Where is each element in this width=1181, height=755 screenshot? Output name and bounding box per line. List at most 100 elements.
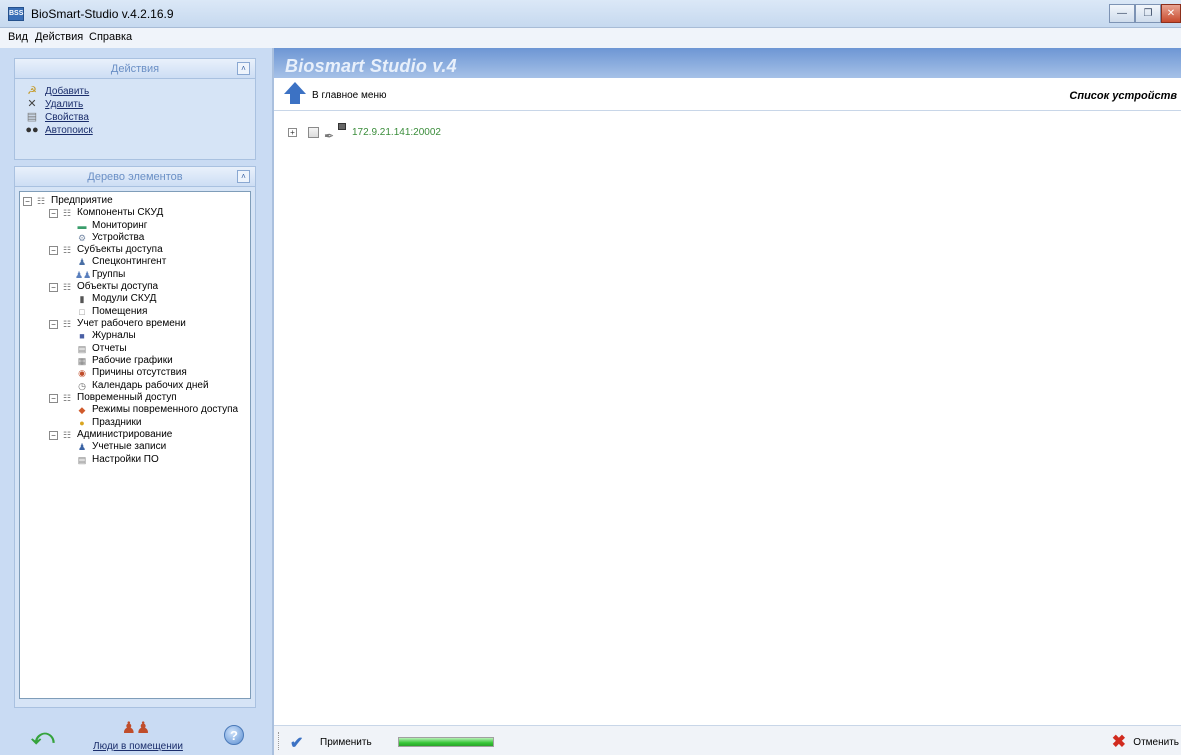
content-toolbar: В главное меню Список устройств [274,78,1181,111]
room-icon: □ [79,307,85,317]
hierarchy-icon: ☷ [62,430,72,440]
menu-actions[interactable]: Действия [35,31,83,43]
actions-header[interactable]: Действия ˄ [15,59,255,79]
action-delete-label[interactable]: Удалить [45,98,83,111]
collapse-toggle-icon[interactable]: − [49,208,58,218]
action-properties[interactable]: ▤ Свойства [25,111,255,124]
menu-view[interactable]: Вид [8,31,28,43]
action-delete[interactable]: ✕ Удалить [25,98,255,111]
tree-label: Спецконтингент [92,256,167,267]
action-autosearch-label[interactable]: Автопоиск [45,124,93,137]
tree-node-item[interactable]: ◷ Календарь рабочих дней [75,380,208,392]
hierarchy-icon: ☷ [62,282,72,292]
tree-node-root[interactable]: − ☷ Предприятие [23,195,113,207]
tree-label: Предприятие [51,195,113,206]
absence-icon: ◉ [78,368,86,378]
tree-node-item[interactable]: ▦ Рабочие графики [75,355,173,367]
up-arrow-icon [284,82,306,94]
account-icon: ♟ [77,442,87,452]
collapse-icon[interactable]: ˄ [237,62,250,75]
tree-label: Модули СКУД [92,293,157,304]
tree-group: Дерево элементов ˄ − ☷ Предприятие − ☷ К… [14,166,256,708]
tree-node-item[interactable]: ♟ Учетные записи [75,441,166,453]
collapse-toggle-icon[interactable]: − [49,282,58,292]
tree-node-item[interactable]: ▤ Настройки ПО [75,454,159,466]
action-add-label[interactable]: Добавить [45,85,89,98]
tree-node-item[interactable]: ▮ Модули СКУД [75,293,157,305]
content-header: Biosmart Studio v.4 [274,48,1181,78]
window-title: BioSmart-Studio v.4.2.16.9 [31,7,174,21]
tree-node-group[interactable]: − ☷ Субъекты доступа [49,244,163,256]
tree-label: Учетные записи [92,441,167,452]
tree-node-item[interactable]: ▬ Мониторинг [75,220,148,232]
tree-header[interactable]: Дерево элементов ˄ [15,167,255,187]
tree-label: Мониторинг [92,220,148,231]
people-icon[interactable]: ♟♟ [121,720,151,738]
tree-label: Настройки ПО [92,454,159,465]
device-checkbox[interactable] [308,126,319,138]
expand-icon[interactable]: + [288,127,297,137]
collapse-toggle-icon[interactable]: − [49,245,58,255]
tree-node-group[interactable]: − ☷ Администрирование [49,429,172,441]
tree-label: Компоненты СКУД [77,207,164,218]
tree-label: Группы [92,269,126,280]
tree-node-item[interactable]: ◆ Режимы повременного доступа [75,404,239,416]
close-icon[interactable]: ✕ [1161,4,1181,23]
app-icon: BSS [8,7,24,21]
window-controls: — ❐ ✕ [1109,4,1181,23]
menu-help[interactable]: Справка [89,31,132,43]
tree-label: Отчеты [92,343,127,354]
hierarchy-icon: ☷ [36,196,46,206]
progress-bar [398,737,494,747]
tree-container: − ☷ Предприятие − ☷ Компоненты СКУД ▬ Мо… [15,187,255,707]
help-icon[interactable]: ? [224,725,244,745]
device-list: + ✒ 172.9.21.141:20002 [274,111,1181,725]
tree-label: Субъекты доступа [77,244,163,255]
grip-handle [278,732,280,750]
hierarchy-icon: ☷ [62,208,72,218]
progress-fill [399,738,493,746]
tree-node-item[interactable]: ● Праздники [75,417,141,429]
tree-node-item[interactable]: ⚙ Устройства [75,232,144,244]
hierarchy-icon: ☷ [62,245,72,255]
collapse-toggle-icon[interactable]: − [49,393,58,403]
brand-title: Biosmart Studio v.4 [285,56,457,76]
tree-node-group[interactable]: − ☷ Повременный доступ [49,392,177,404]
cancel-button[interactable]: Отменить [1133,737,1179,748]
tree-node-item[interactable]: □ Помещения [75,306,147,318]
action-add[interactable]: ☭ Добавить [25,85,255,98]
collapse-toggle-icon[interactable]: − [49,319,58,329]
collapse-toggle-icon[interactable]: − [23,196,32,206]
people-in-room-link[interactable]: Люди в помещении [93,741,183,752]
checkmark-icon[interactable]: ✔ [290,733,303,753]
tree-node-item[interactable]: ■ Журналы [75,330,135,342]
hierarchy-icon: ☷ [62,319,72,329]
element-tree[interactable]: − ☷ Предприятие − ☷ Компоненты СКУД ▬ Мо… [19,191,251,699]
settings-icon: ▤ [77,455,87,465]
tree-node-item[interactable]: ♟ Спецконтингент [75,256,166,268]
journal-icon: ■ [79,331,85,341]
action-properties-label[interactable]: Свойства [45,111,89,124]
tree-label: Рабочие графики [92,355,173,366]
device-address[interactable]: 172.9.21.141:20002 [352,127,441,138]
minimize-icon[interactable]: — [1109,4,1135,23]
back-arrow-icon[interactable]: ⤺ [31,724,55,750]
report-icon: ▤ [77,344,87,354]
device-gear-icon: ⚙ [77,233,87,243]
tree-node-group[interactable]: − ☷ Учет рабочего времени [49,318,186,330]
apply-button[interactable]: Применить [320,737,372,748]
tree-node-item[interactable]: ◉ Причины отсутствия [75,367,187,379]
tree-node-item[interactable]: ▤ Отчеты [75,343,127,355]
maximize-icon[interactable]: ❐ [1135,4,1161,23]
delete-icon: ✕ [27,98,37,110]
device-row[interactable]: + ✒ 172.9.21.141:20002 [288,123,441,143]
tree-node-group[interactable]: − ☷ Компоненты СКУД [49,207,163,219]
collapse-toggle-icon[interactable]: − [49,430,58,440]
home-label: В главное меню [312,90,387,101]
cancel-x-icon[interactable]: ✖ [1112,732,1126,752]
actions-list: ☭ Добавить ✕ Удалить ▤ Свойства ●● Автоп… [15,79,255,159]
tree-node-item[interactable]: ♟♟ Группы [75,269,125,281]
collapse-icon[interactable]: ˄ [237,170,250,183]
action-autosearch[interactable]: ●● Автопоиск [25,124,255,137]
tree-node-group[interactable]: − ☷ Объекты доступа [49,281,158,293]
